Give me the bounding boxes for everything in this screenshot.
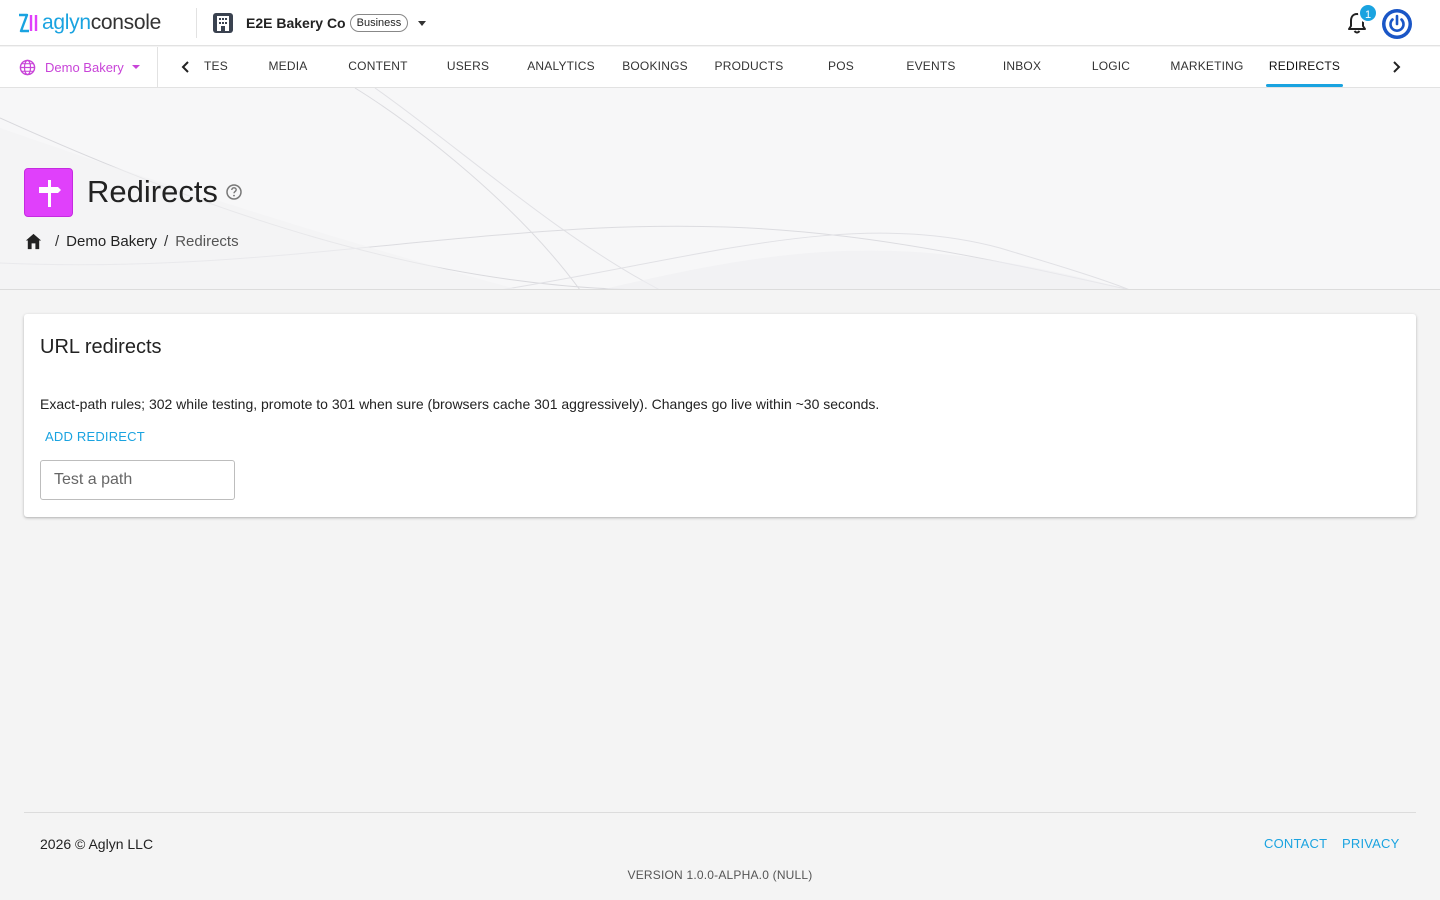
top-bar: aglynconsole E2E Bakery Co Business 1 (0, 0, 1440, 46)
building-icon (213, 13, 233, 33)
tab-pos[interactable]: POS (818, 47, 864, 88)
app-logo[interactable]: aglynconsole (17, 10, 161, 36)
card-title: URL redirects (40, 336, 162, 358)
site-selector[interactable]: Demo Bakery (19, 58, 140, 76)
site-selector-label: Demo Bakery (45, 59, 124, 75)
notification-count-badge: 1 (1358, 3, 1378, 23)
url-redirects-card: URL redirects Exact-path rules; 302 whil… (24, 314, 1416, 517)
plan-badge: Business (349, 14, 409, 32)
copyright: 2026 © Aglyn LLC (40, 836, 154, 852)
contact-link[interactable]: CONTACT (1264, 835, 1327, 853)
version-label: VERSION 1.0.0-ALPHA.0 (NULL) (627, 868, 813, 882)
tab-products[interactable]: PRODUCTS (710, 47, 788, 88)
footer-divider (24, 812, 1416, 813)
chevron-right-icon[interactable] (1387, 58, 1405, 76)
tab-logic[interactable]: LOGIC (1086, 47, 1136, 88)
home-icon[interactable] (24, 232, 43, 251)
tab-analytics[interactable]: ANALYTICS (520, 47, 602, 88)
redirects-signpost-icon (24, 168, 73, 217)
user-avatar-power-icon[interactable] (1381, 8, 1413, 40)
org-switcher[interactable]: E2E Bakery Co Business (212, 11, 427, 35)
add-redirect-button[interactable]: ADD REDIRECT (40, 426, 150, 448)
breadcrumb-separator: / (55, 232, 60, 250)
page-title: Redirects (87, 174, 218, 209)
breadcrumb-current: Redirects (175, 232, 239, 250)
logo-product: console (90, 11, 162, 34)
breadcrumb: / Demo Bakery / Redirects (24, 230, 246, 252)
active-tab-indicator (1266, 84, 1343, 87)
tab-users[interactable]: USERS (440, 47, 496, 88)
aglyn-logo-icon (19, 13, 38, 33)
logo-brand: aglyn (42, 11, 91, 34)
card-description: Exact-path rules; 302 while testing, pro… (40, 396, 880, 412)
org-name: E2E Bakery Co (246, 15, 346, 31)
chevron-left-icon[interactable] (177, 58, 195, 76)
tab-events[interactable]: EVENTS (900, 47, 962, 88)
divider (196, 8, 197, 38)
section-nav: Demo Bakery TES MEDIA CONTENT USERS ANAL… (0, 47, 1440, 88)
tab-content[interactable]: CONTENT (340, 47, 416, 88)
chevron-down-icon (418, 20, 427, 26)
tab-marketing[interactable]: MARKETING (1164, 47, 1250, 88)
tab-sites[interactable]: TES (198, 47, 234, 88)
breadcrumb-separator: / (164, 232, 169, 250)
tab-redirects[interactable]: REDIRECTS (1266, 47, 1343, 88)
globe-icon (19, 59, 36, 75)
privacy-link[interactable]: PRIVACY (1342, 835, 1400, 853)
help-icon[interactable] (225, 183, 243, 201)
tab-bookings[interactable]: BOOKINGS (618, 47, 692, 88)
test-path-input[interactable] (40, 460, 235, 500)
page-header: Redirects / Demo Bakery / Redirects (0, 88, 1440, 290)
tab-media[interactable]: MEDIA (258, 47, 318, 88)
tab-inbox[interactable]: INBOX (994, 47, 1050, 88)
chevron-down-icon (131, 65, 140, 69)
divider (157, 47, 158, 88)
logo-wordmark: aglynconsole (42, 10, 161, 36)
breadcrumb-site[interactable]: Demo Bakery (66, 233, 157, 250)
